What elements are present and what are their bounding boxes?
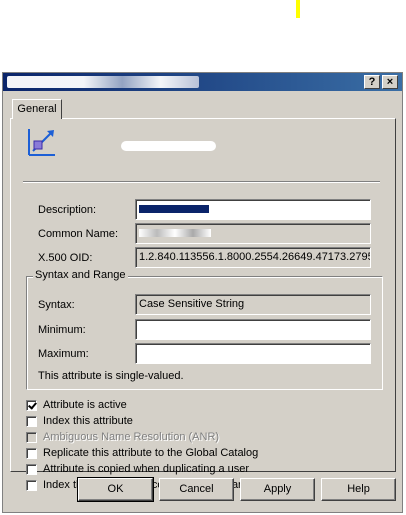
syntax-range-title: Syntax and Range xyxy=(33,269,128,281)
syntax-field[interactable]: Case Sensitive String xyxy=(135,294,371,315)
apply-button[interactable]: Apply xyxy=(240,478,315,501)
minimum-field[interactable] xyxy=(135,319,371,340)
syntax-label: Syntax: xyxy=(38,299,75,311)
title-bar[interactable]: ? × xyxy=(3,73,402,91)
schema-attribute-icon xyxy=(28,129,55,156)
separator xyxy=(23,181,380,183)
common-name-field[interactable] xyxy=(135,223,371,244)
checkbox-copied-duplicating[interactable] xyxy=(26,463,37,475)
option-label: Attribute is active xyxy=(43,399,127,411)
cancel-button[interactable]: Cancel xyxy=(159,478,234,501)
yellow-marker xyxy=(296,0,300,18)
tab-general[interactable]: General xyxy=(12,99,62,119)
option-label: Index this attribute xyxy=(43,415,133,427)
checkbox-attribute-active[interactable] xyxy=(26,399,37,411)
x500-oid-field[interactable]: 1.2.840.113556.1.8000.2554.26649.47173.2… xyxy=(135,247,371,268)
common-name-label: Common Name: xyxy=(38,228,119,240)
checkbox-replicate-gc[interactable] xyxy=(26,447,37,459)
maximum-label: Maximum: xyxy=(38,348,89,360)
option-attribute-active[interactable]: Attribute is active xyxy=(26,398,127,412)
description-redacted xyxy=(139,205,209,214)
option-label: Replicate this attribute to the Global C… xyxy=(43,447,259,459)
attribute-name-redacted xyxy=(121,141,216,151)
option-index-attribute[interactable]: Index this attribute xyxy=(26,414,133,428)
ok-button[interactable]: OK xyxy=(77,477,154,502)
checkbox-index-attribute[interactable] xyxy=(26,415,37,427)
option-replicate-gc[interactable]: Replicate this attribute to the Global C… xyxy=(26,446,258,460)
window-title-redacted xyxy=(7,76,199,88)
checkbox-anr xyxy=(26,431,37,443)
option-label: Ambiguous Name Resolution (ANR) xyxy=(43,431,220,443)
single-valued-note: This attribute is single-valued. xyxy=(38,370,184,382)
help-title-button[interactable]: ? xyxy=(364,75,380,89)
option-label: Attribute is copied when duplicating a u… xyxy=(43,463,250,475)
x500-oid-label: X.500 OID: xyxy=(38,252,93,264)
common-name-redacted xyxy=(139,229,211,238)
checkbox-containerized-search[interactable] xyxy=(26,479,37,491)
maximum-field[interactable] xyxy=(135,343,371,364)
description-label: Description: xyxy=(38,204,97,216)
close-button[interactable]: × xyxy=(382,75,398,89)
option-copied-duplicating[interactable]: Attribute is copied when duplicating a u… xyxy=(26,462,249,476)
minimum-label: Minimum: xyxy=(38,324,86,336)
general-tab-panel: Description: Common Name: X.500 OID: 1.2… xyxy=(10,118,396,491)
description-field[interactable] xyxy=(135,199,371,220)
option-anr: Ambiguous Name Resolution (ANR) xyxy=(26,430,219,444)
help-button[interactable]: Help xyxy=(321,478,396,501)
attribute-properties-dialog: ? × General Description: Common Name: X.… xyxy=(2,72,403,513)
